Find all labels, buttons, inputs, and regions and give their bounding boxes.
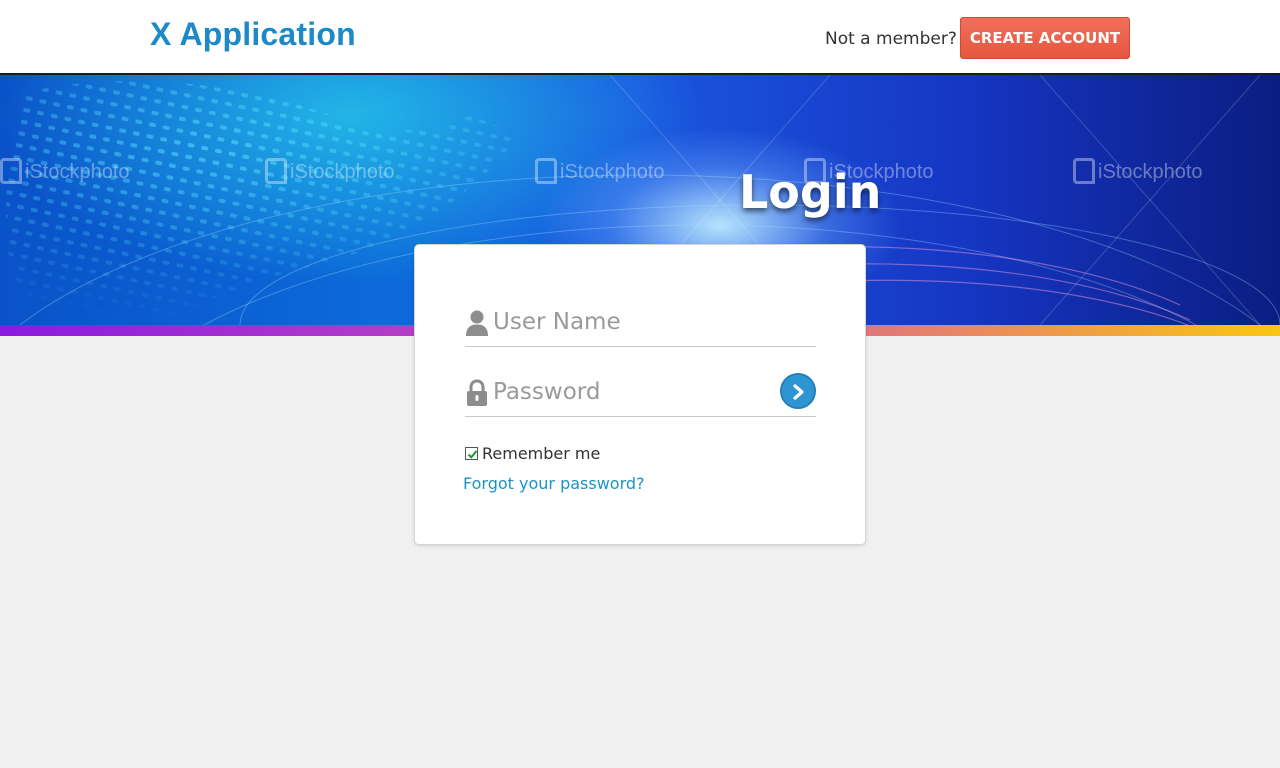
lock-icon bbox=[467, 379, 487, 406]
user-icon bbox=[466, 310, 488, 336]
app-title[interactable]: X Application bbox=[150, 16, 356, 53]
remember-me-checkbox[interactable] bbox=[465, 447, 478, 460]
chevron-right-icon bbox=[793, 384, 804, 400]
watermark: iStockphoto bbox=[265, 158, 395, 184]
password-field bbox=[465, 369, 816, 417]
create-account-button[interactable]: CREATE ACCOUNT bbox=[960, 17, 1130, 59]
remember-me-label: Remember me bbox=[482, 444, 601, 463]
username-input[interactable] bbox=[493, 305, 773, 339]
watermark: iStockphoto bbox=[1073, 158, 1203, 184]
password-input[interactable] bbox=[493, 375, 773, 409]
forgot-password-link[interactable]: Forgot your password? bbox=[463, 474, 645, 493]
remember-me[interactable]: Remember me bbox=[465, 444, 600, 464]
top-navbar: X Application Not a member? CREATE ACCOU… bbox=[0, 0, 1280, 75]
username-field bbox=[465, 299, 816, 347]
watermark: iStockphoto bbox=[535, 158, 665, 184]
member-prompt: Not a member? bbox=[825, 29, 957, 49]
login-submit-button[interactable] bbox=[780, 373, 816, 409]
login-heading: Login bbox=[739, 165, 882, 219]
watermark: iStockphoto bbox=[0, 158, 130, 184]
login-card: Remember me Forgot your password? bbox=[414, 244, 866, 545]
checkmark-icon bbox=[467, 450, 478, 459]
